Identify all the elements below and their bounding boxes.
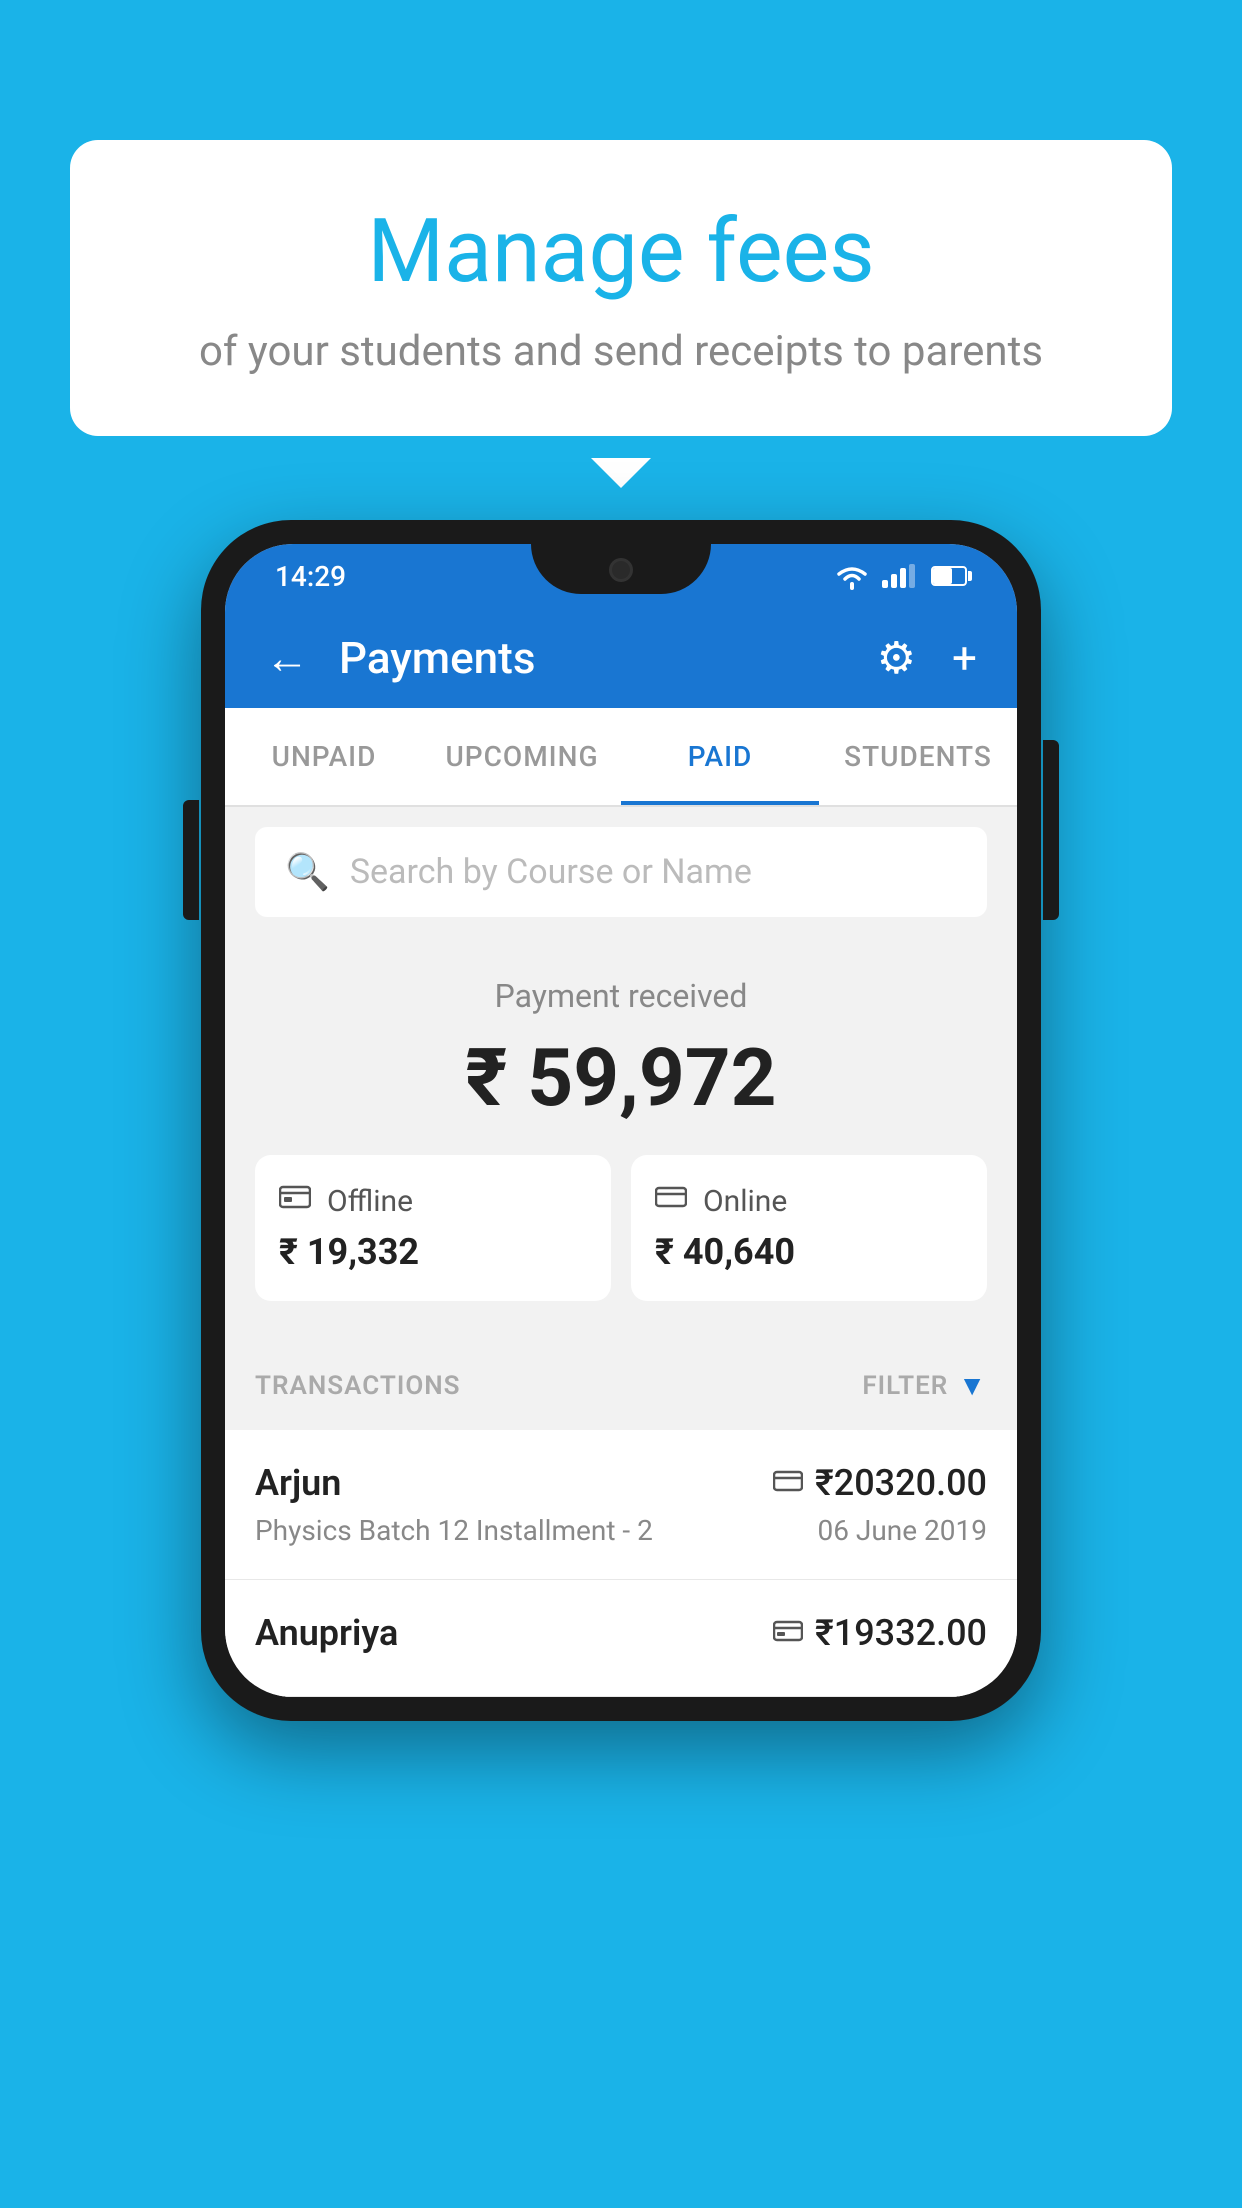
wifi-icon <box>834 562 870 590</box>
online-payment-icon <box>655 1183 687 1219</box>
offline-card-header: Offline <box>279 1183 587 1219</box>
online-card-header: Online <box>655 1183 963 1219</box>
tab-paid[interactable]: PAID <box>621 708 819 805</box>
front-camera <box>609 558 633 582</box>
back-button[interactable]: ← <box>265 632 309 684</box>
search-container: 🔍 Search by Course or Name <box>225 807 1017 937</box>
app-bar-actions: ⚙ + <box>877 632 977 684</box>
arjun-date: 06 June 2019 <box>817 1514 987 1547</box>
payment-received-amount: ₹ 59,972 <box>255 1031 987 1125</box>
phone-device: 14:29 <box>201 520 1041 1721</box>
arjun-course: Physics Batch 12 Installment - 2 <box>255 1514 653 1547</box>
add-button[interactable]: + <box>952 632 977 684</box>
status-icons <box>834 562 967 590</box>
online-amount: ₹ 40,640 <box>655 1231 963 1273</box>
filter-label: FILTER <box>862 1371 948 1401</box>
payment-cards: Offline ₹ 19,332 <box>255 1155 987 1301</box>
student-name-arjun: Arjun <box>255 1462 341 1504</box>
battery-icon <box>931 566 967 586</box>
bubble-title: Manage fees <box>150 200 1092 303</box>
payment-received-label: Payment received <box>255 977 987 1015</box>
tab-students[interactable]: STUDENTS <box>819 708 1017 805</box>
offline-payment-icon <box>279 1183 311 1219</box>
arjun-amount: ₹20320.00 <box>773 1462 987 1504</box>
arjun-amount-value: ₹20320.00 <box>815 1462 987 1504</box>
transaction-row-anupriya[interactable]: Anupriya ₹19332.00 <box>225 1580 1017 1697</box>
search-placeholder-text: Search by Course or Name <box>350 852 752 892</box>
transaction-row-arjun[interactable]: Arjun ₹20320.00 Physics <box>225 1430 1017 1580</box>
filter-button[interactable]: FILTER ▼ <box>862 1369 987 1402</box>
search-bar[interactable]: 🔍 Search by Course or Name <box>255 827 987 917</box>
anupriya-amount: ₹19332.00 <box>773 1612 987 1654</box>
signal-icon <box>882 564 915 588</box>
anupriya-amount-value: ₹19332.00 <box>815 1612 987 1654</box>
bubble-subtitle: of your students and send receipts to pa… <box>150 327 1092 376</box>
payment-received-section: Payment received ₹ 59,972 <box>225 937 1017 1341</box>
tab-upcoming[interactable]: UPCOMING <box>423 708 621 805</box>
transactions-header: TRANSACTIONS FILTER ▼ <box>225 1341 1017 1430</box>
settings-icon[interactable]: ⚙ <box>877 632 916 684</box>
anupriya-payment-icon <box>773 1617 803 1650</box>
status-time: 14:29 <box>275 560 346 593</box>
transaction-top-anupriya: Anupriya ₹19332.00 <box>255 1612 987 1654</box>
student-name-anupriya: Anupriya <box>255 1612 398 1654</box>
online-card: Online ₹ 40,640 <box>631 1155 987 1301</box>
offline-type-label: Offline <box>327 1184 413 1219</box>
offline-amount: ₹ 19,332 <box>279 1231 587 1273</box>
app-bar-title: Payments <box>339 632 877 684</box>
phone-screen: 14:29 <box>225 544 1017 1697</box>
tabs-bar: UNPAID UPCOMING PAID STUDENTS <box>225 708 1017 807</box>
tab-unpaid[interactable]: UNPAID <box>225 708 423 805</box>
transaction-bottom-arjun: Physics Batch 12 Installment - 2 06 June… <box>255 1514 987 1547</box>
speech-bubble: Manage fees of your students and send re… <box>70 140 1172 436</box>
phone-notch <box>531 544 711 594</box>
transactions-label: TRANSACTIONS <box>255 1371 461 1401</box>
speech-bubble-wrapper: Manage fees of your students and send re… <box>70 140 1172 436</box>
search-icon: 🔍 <box>285 851 330 893</box>
transaction-top-arjun: Arjun ₹20320.00 <box>255 1462 987 1504</box>
app-bar: ← Payments ⚙ + <box>225 608 1017 708</box>
online-type-label: Online <box>703 1184 787 1219</box>
phone-outer: 14:29 <box>201 520 1041 1721</box>
arjun-payment-icon <box>773 1467 803 1500</box>
filter-icon: ▼ <box>958 1369 987 1402</box>
offline-card: Offline ₹ 19,332 <box>255 1155 611 1301</box>
